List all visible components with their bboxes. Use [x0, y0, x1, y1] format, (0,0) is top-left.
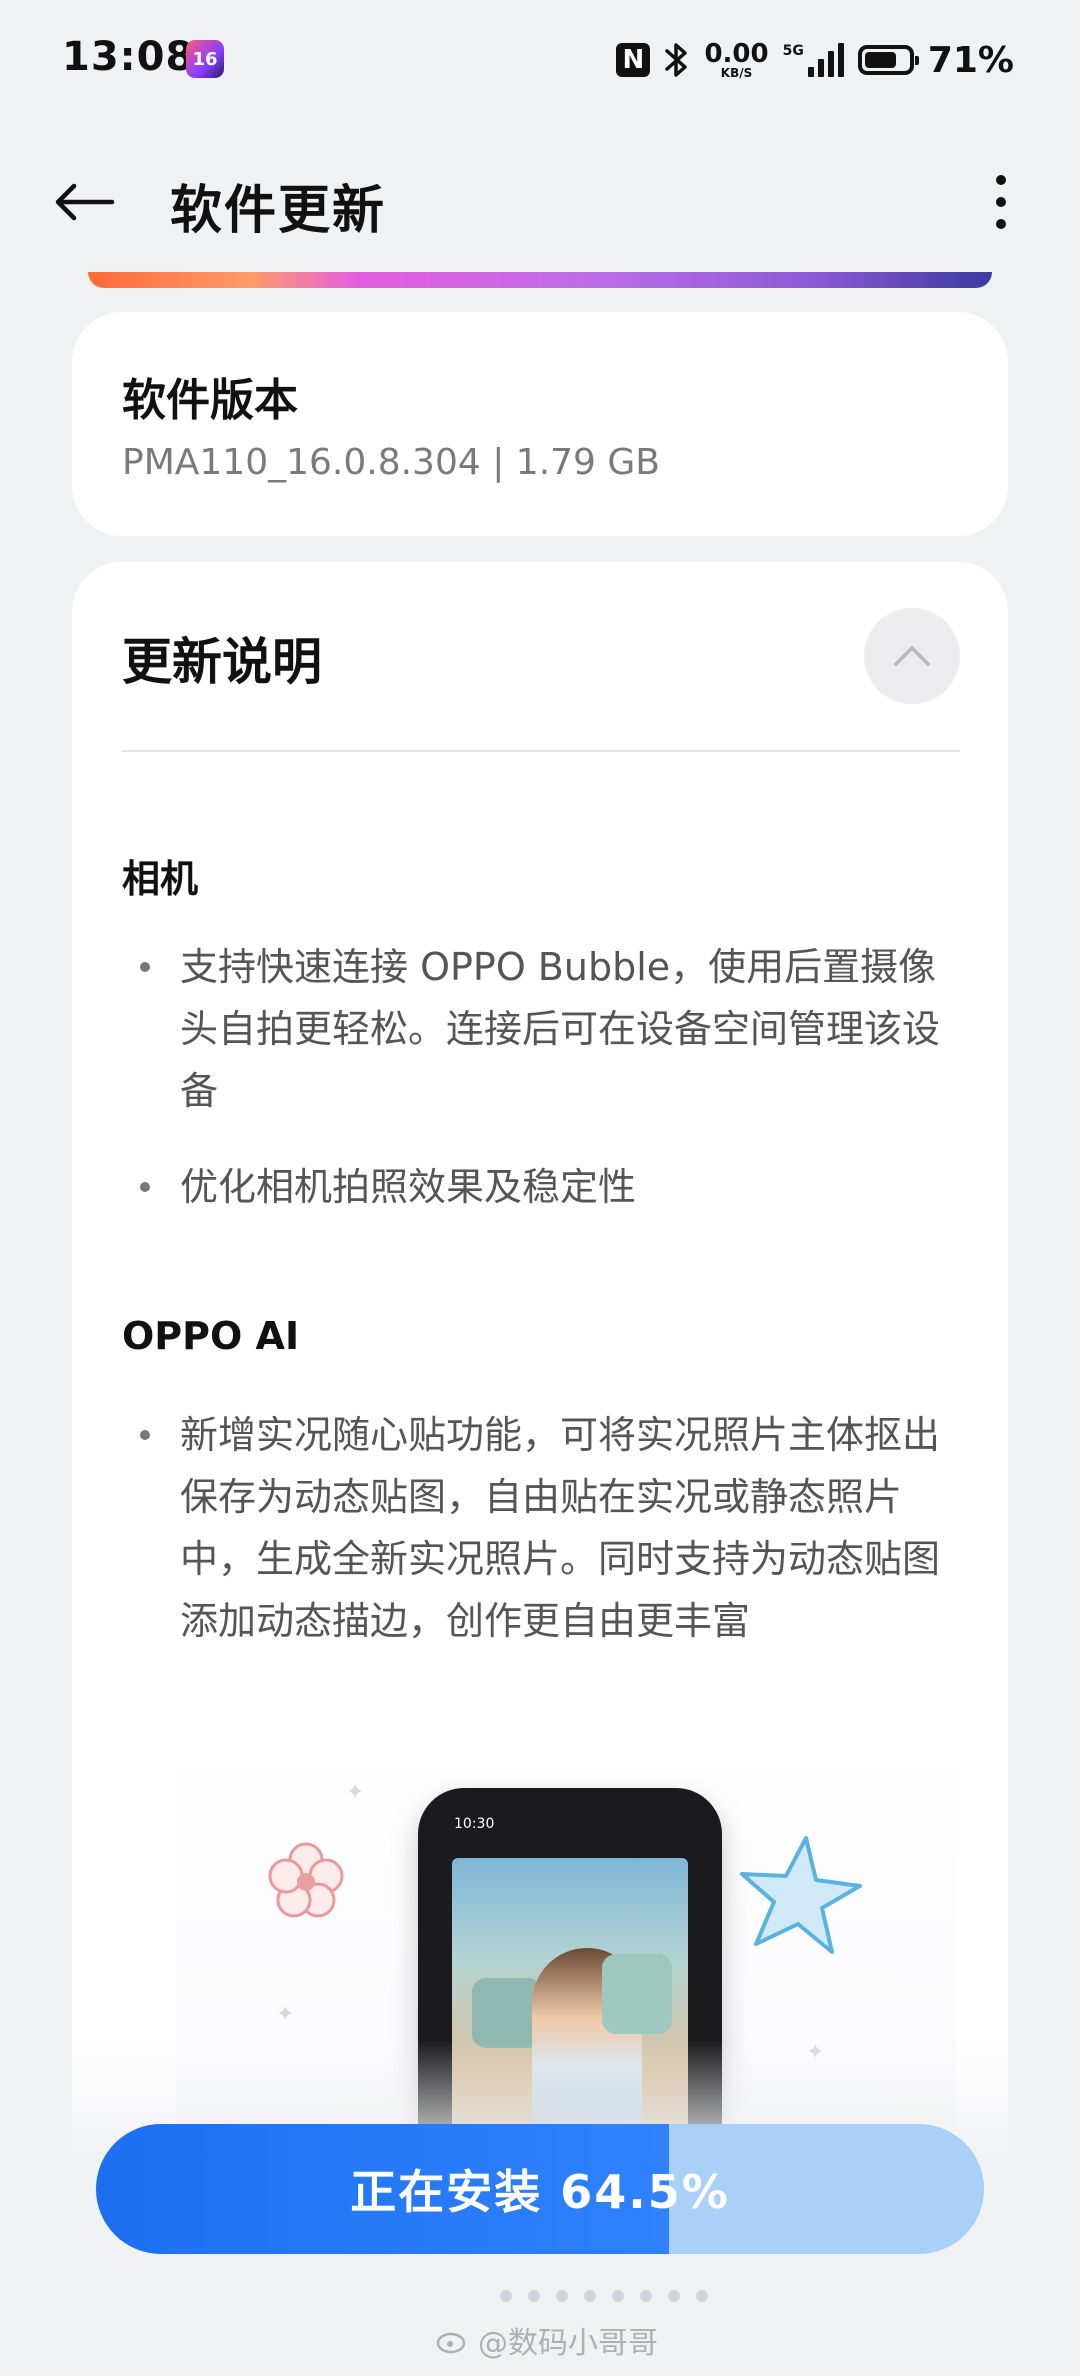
status-bar: 13:08 16 N 0.00 KB/S 5G 71% [0, 0, 1080, 120]
network-speed: 0.00 KB/S [704, 41, 768, 79]
page-dots [500, 2290, 708, 2302]
sparkle-icon: ✦ [276, 2002, 295, 2027]
status-time: 13:08 [62, 34, 195, 80]
software-version-card: 软件版本 PMA110_16.0.8.304 | 1.79 GB [72, 312, 1008, 536]
list-item: 新增实况随心贴功能，可将实况照片主体抠出保存为动态贴图，自由贴在实况或静态照片中… [122, 1404, 962, 1652]
software-version-title: 软件版本 [122, 375, 298, 426]
list-item-text: 支持快速连接 OPPO Bubble，使用后置摄像头自拍更轻松。连接后可在设备空… [180, 945, 941, 1113]
section-heading-camera: 相机 [122, 857, 199, 901]
bullet-dot [140, 1430, 150, 1440]
more-options-button[interactable] [966, 162, 1036, 242]
list-item-text: 优化相机拍照效果及稳定性 [180, 1165, 637, 1209]
install-progress-button[interactable]: 正在安装 64.5% [96, 2124, 984, 2254]
watermark-text: @数码小哥哥 [478, 2326, 658, 2361]
software-version-info: PMA110_16.0.8.304 | 1.79 GB [122, 442, 660, 483]
section-heading-oppo-ai: OPPO AI [122, 1314, 300, 1358]
battery-percent: 71% [927, 39, 1014, 81]
network-speed-unit: KB/S [720, 66, 753, 80]
watermark: @数码小哥哥 [436, 2318, 658, 2362]
bullet-dot [140, 1182, 150, 1192]
star-icon [740, 1836, 862, 1954]
network-type: 5G [782, 43, 804, 59]
signal-bars [807, 43, 844, 77]
bullet-dot [140, 962, 150, 972]
chevron-up-icon [894, 646, 930, 666]
bluetooth-icon [664, 41, 690, 79]
software-update-screen: 13:08 16 N 0.00 KB/S 5G 71% 软件更新 软件版本 PM… [0, 0, 1080, 2376]
weibo-icon [436, 2332, 466, 2354]
app-badge-icon: 16 [186, 40, 224, 78]
sparkle-icon: ✦ [346, 1780, 365, 1805]
arrow-left-icon [55, 183, 115, 221]
collapse-button[interactable] [864, 608, 960, 704]
battery-icon [857, 45, 919, 75]
back-button[interactable] [44, 162, 124, 242]
release-notes-title: 更新说明 [122, 633, 322, 691]
install-progress-label: 正在安装 64.5% [350, 2165, 730, 2219]
list-item-text: 新增实况随心贴功能，可将实况照片主体抠出保存为动态贴图，自由贴在实况或静态照片中… [180, 1413, 941, 1643]
nfc-icon: N [616, 43, 651, 77]
more-vertical-icon-dot [996, 197, 1006, 207]
signal-icon: 5G [783, 43, 844, 77]
more-vertical-icon-dot [996, 175, 1006, 185]
divider [122, 750, 960, 752]
page-title: 软件更新 [170, 181, 387, 241]
list-item: 优化相机拍照效果及稳定性 [122, 1156, 962, 1218]
list-item: 支持快速连接 OPPO Bubble，使用后置摄像头自拍更轻松。连接后可在设备空… [122, 936, 962, 1122]
sticker-boot [602, 1954, 672, 2034]
more-vertical-icon-dot [996, 219, 1006, 229]
status-icons: N 0.00 KB/S 5G 71% [616, 36, 1014, 84]
network-speed-value: 0.00 [704, 39, 769, 69]
app-header: 软件更新 [0, 140, 1080, 260]
flower-icon [268, 1842, 344, 1918]
update-banner-gradient [88, 272, 992, 288]
phone-time: 10:30 [454, 1816, 495, 1832]
